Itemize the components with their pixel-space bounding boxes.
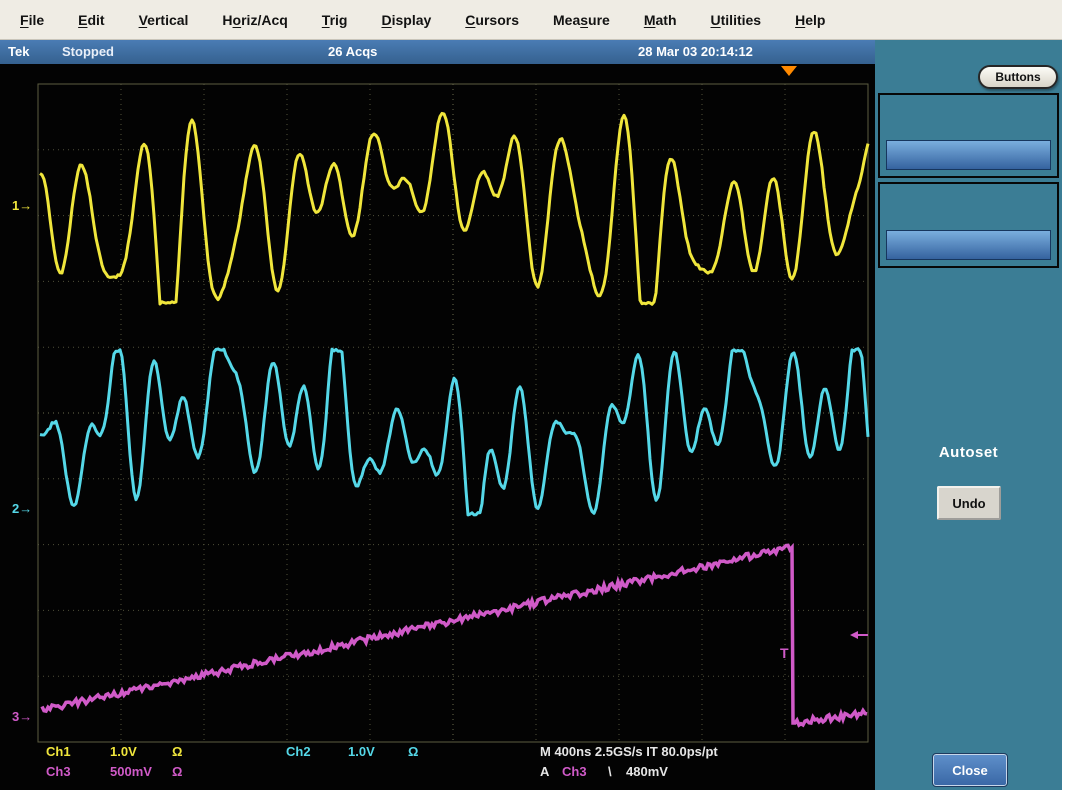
ch3-label[interactable]: Ch3 [46,764,71,779]
ch1-label[interactable]: Ch1 [46,744,71,759]
trigger-level-readout[interactable]: 480mV [626,764,668,779]
control-field-1[interactable] [886,140,1051,170]
menu-utilities[interactable]: Utilities [711,12,762,28]
menu-horiz-acq[interactable]: Horiz/Acq [222,12,287,28]
waveform-display: T 1→ 2→ 3→ Ch1 1.0V Ω Ch2 1.0V Ω M 400ns 2.… [0,64,875,790]
readout-row-2: Ch3 500mV Ω A Ch3 \ 480mV [0,764,875,780]
menu-trig[interactable]: Trig [322,12,348,28]
menu-vertical[interactable]: Vertical [139,12,189,28]
control-readout-box-2 [878,182,1059,268]
tek-logo: Tek [8,44,29,59]
menu-bar: File Edit Vertical Horiz/Acq Trig Displa… [0,0,1062,40]
menu-edit[interactable]: Edit [78,12,104,28]
trigger-level-t-marker[interactable]: T [780,645,789,661]
datetime-readout: 28 Mar 03 20:14:12 [638,44,753,59]
menu-display[interactable]: Display [381,12,431,28]
control-panel: Buttons Autoset Undo Close [875,40,1062,790]
waveform-canvas: T 1→ 2→ 3→ [0,64,875,790]
ch2-label[interactable]: Ch2 [286,744,311,759]
status-bar: Tek Stopped 26 Acqs 28 Mar 03 20:14:12 [0,40,875,64]
ch1-trace [40,113,868,304]
acquisition-state: Stopped [62,44,114,59]
trigger-level-arrowhead [850,631,858,639]
ch2-coupling: Ω [408,744,418,759]
control-readout-box-1 [878,93,1059,178]
ch2-trace [40,349,868,515]
undo-button[interactable]: Undo [937,486,1001,520]
ch1-scale[interactable]: 1.0V [110,744,137,759]
ch2-scale[interactable]: 1.0V [348,744,375,759]
menu-math[interactable]: Math [644,12,677,28]
menu-help[interactable]: Help [795,12,825,28]
ch3-coupling: Ω [172,764,182,779]
trigger-slope-icon: \ [608,764,612,779]
oscilloscope-screen: File Edit Vertical Horiz/Acq Trig Displa… [0,0,1068,798]
trigger-source[interactable]: Ch3 [562,764,587,779]
control-field-2[interactable] [886,230,1051,260]
menu-cursors[interactable]: Cursors [465,12,519,28]
acquisition-count: 26 Acqs [328,44,377,59]
ch3-scale[interactable]: 500mV [110,764,152,779]
timebase-readout[interactable]: M 400ns 2.5GS/s IT 80.0ps/pt [540,744,718,759]
ch3-trace [42,545,867,725]
buttons-button[interactable]: Buttons [978,65,1058,89]
trigger-mode: A [540,764,549,779]
readout-row-1: Ch1 1.0V Ω Ch2 1.0V Ω M 400ns 2.5GS/s IT… [0,744,875,760]
ch2-position-marker[interactable]: 2→ [12,501,32,516]
ch1-position-marker[interactable]: 1→ [12,198,32,213]
menu-measure[interactable]: Measure [553,12,610,28]
trigger-position-marker[interactable] [781,66,797,76]
ch3-position-marker[interactable]: 3→ [12,709,32,724]
ch1-coupling: Ω [172,744,182,759]
autoset-label: Autoset [875,444,1062,461]
close-button[interactable]: Close [933,754,1007,786]
menu-file[interactable]: File [20,12,44,28]
